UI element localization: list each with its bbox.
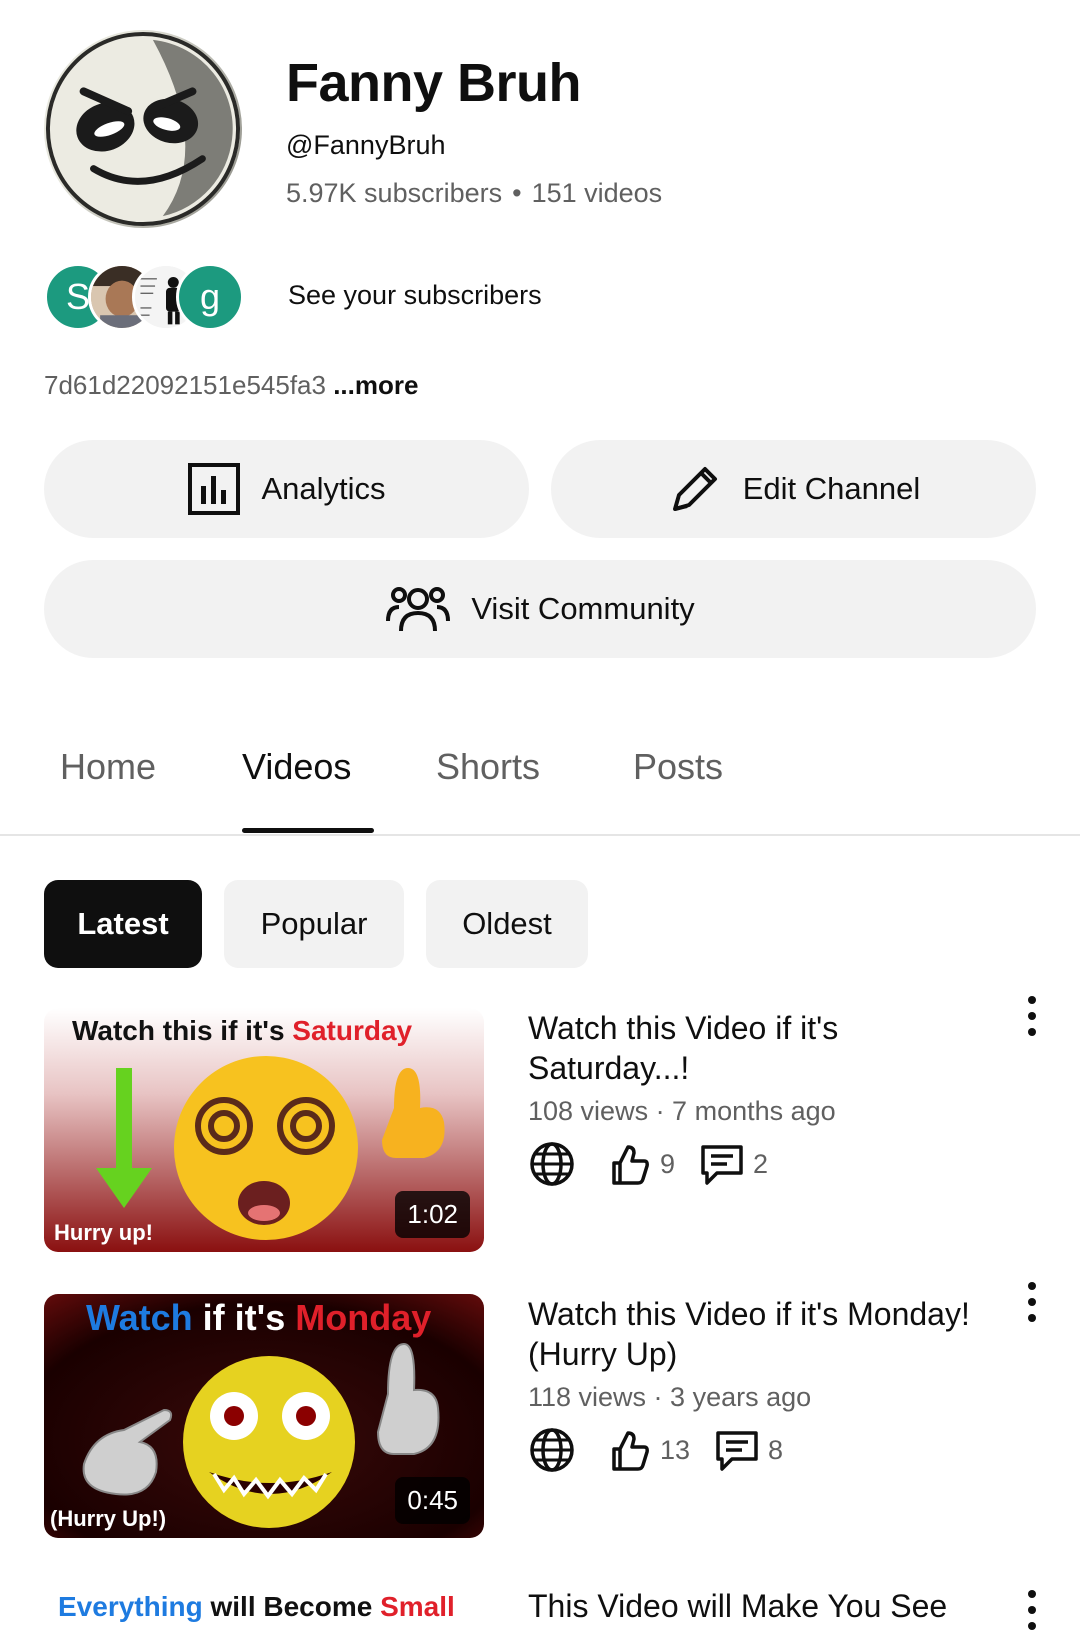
tab-videos[interactable]: Videos [242,746,351,788]
edit-channel-button[interactable]: Edit Channel [551,440,1036,538]
more-options-icon[interactable] [1024,1282,1040,1322]
tab-shorts[interactable]: Shorts [436,746,540,788]
like-count: 13 [660,1434,691,1465]
thumb-top-text: Watch this if it's Saturday [72,1015,413,1046]
video-duration: 0:45 [395,1477,470,1524]
subscribers-row[interactable]: S g See your subscribers [44,262,542,332]
channel-name: Fanny Bruh [286,53,582,113]
globe-icon [530,1142,574,1186]
comment-count: 2 [753,1148,769,1179]
tab-home[interactable]: Home [60,746,156,788]
thumb-top-text: Watch if it's Monday [86,1297,431,1338]
channel-handle: @FannyBruh [286,130,446,160]
channel-description[interactable]: 7d61d22092151e545fa3 ...more [44,370,418,401]
stats-separator: • [512,178,522,208]
comment-count: 8 [768,1434,784,1465]
video-count: 151 videos [531,178,663,208]
channel-tabs: Home Videos Shorts Posts [0,720,1080,836]
video-duration: 1:02 [395,1191,470,1238]
thumb-top-text: Everything will Become Small [58,1591,455,1622]
subscriber-avatar: g [176,263,244,331]
thumb-bottom-text: Hurry up! [54,1220,153,1245]
thumbs-up-icon [612,1431,649,1471]
video-title[interactable]: Watch this Video if it's Saturday...! [528,1008,998,1088]
thumb-bottom-text: (Hurry Up!) [50,1506,166,1531]
channel-avatar[interactable] [44,30,242,228]
channel-stats: 5.97K subscribers • 151 videos [286,178,662,209]
tab-posts[interactable]: Posts [633,746,723,788]
globe-icon [530,1428,574,1472]
see-subscribers-link[interactable]: See your subscribers [288,280,542,311]
more-options-icon[interactable] [1024,1590,1040,1630]
active-tab-indicator [242,828,374,833]
description-text: 7d61d22092151e545fa3 [44,370,326,400]
more-options-icon[interactable] [1024,996,1040,1036]
video-thumbnail[interactable]: Everything will Become Small [44,1578,484,1630]
video-meta: 108 views · 7 months ago [528,1096,836,1126]
subscriber-count: 5.97K subscribers [286,178,503,208]
filter-popular-chip[interactable]: Popular [224,880,404,968]
analytics-label: Analytics [261,471,386,506]
comment-icon [716,1431,758,1471]
video-thumbnail[interactable]: Watch if it's Monday (Hurry Up!) 0:45 [44,1294,484,1538]
small-thumbnail-image: Everything will Become Small [44,1578,484,1630]
subscriber-avatar-letter: S [65,276,90,317]
video-thumbnail[interactable]: Watch this if it's Saturday Hurry up! 1:… [44,1008,484,1252]
analytics-icon [188,463,241,515]
pencil-icon [672,467,717,511]
trollface-avatar-image [45,31,241,227]
community-icon [386,587,451,632]
comment-icon [701,1145,743,1185]
video-title[interactable]: This Video will Make You See [528,1586,998,1626]
visit-community-label: Visit Community [471,591,695,626]
filter-latest-chip[interactable]: Latest [44,880,202,968]
video-stats-row: 13 8 [528,1426,807,1474]
video-title[interactable]: Watch this Video if it's Monday! (Hurry … [528,1294,998,1374]
visit-community-button[interactable]: Visit Community [44,560,1036,658]
thumbs-up-icon [612,1145,649,1185]
filter-oldest-chip[interactable]: Oldest [426,880,588,968]
subscriber-avatar-letter: g [199,276,221,317]
video-stats-row: 9 2 [528,1140,792,1188]
more-link[interactable]: ...more [333,370,418,400]
analytics-button[interactable]: Analytics [44,440,529,538]
edit-channel-label: Edit Channel [742,471,921,506]
video-meta: 118 views · 3 years ago [528,1382,812,1412]
like-count: 9 [660,1148,676,1179]
